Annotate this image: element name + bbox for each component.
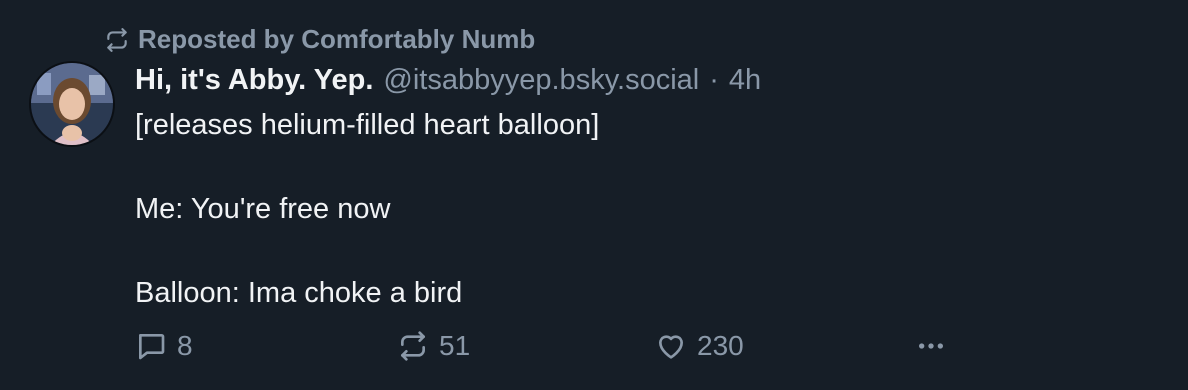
feed-post[interactable]: Reposted by Comfortably Numb Hi, it's Ab… <box>0 0 1188 390</box>
repost-icon <box>107 27 127 52</box>
post-actions: 8 51 230 <box>135 330 965 370</box>
post-timestamp[interactable]: 4h <box>729 60 761 100</box>
more-horizontal-icon <box>919 343 943 349</box>
post-line: [releases helium-filled heart balloon] <box>135 109 600 141</box>
author-handle[interactable]: @itsabbyyep.bsky.social <box>383 60 699 100</box>
reply-button[interactable]: 8 <box>135 330 193 362</box>
post-line: Me: You're free now <box>135 193 391 225</box>
reply-icon <box>139 334 165 360</box>
meta-separator: · <box>709 64 719 96</box>
repost-icon <box>401 331 425 361</box>
repost-button[interactable]: 51 <box>397 330 470 362</box>
like-count: 230 <box>697 330 744 361</box>
heart-icon <box>659 335 683 359</box>
post-line: Balloon: Ima choke a bird <box>135 277 463 309</box>
repost-count: 51 <box>439 330 471 361</box>
author-display-name[interactable]: Hi, it's Abby. Yep. <box>135 60 373 100</box>
post-text: [releases helium-filled heart balloon] M… <box>135 104 1148 314</box>
repost-label: Reposted by Comfortably Numb <box>138 24 536 54</box>
avatar[interactable] <box>31 63 113 145</box>
reply-count: 8 <box>177 330 193 361</box>
like-button[interactable]: 230 <box>655 330 744 362</box>
more-options-button[interactable] <box>915 330 947 362</box>
repost-indicator[interactable]: Reposted by Comfortably Numb <box>104 24 535 55</box>
